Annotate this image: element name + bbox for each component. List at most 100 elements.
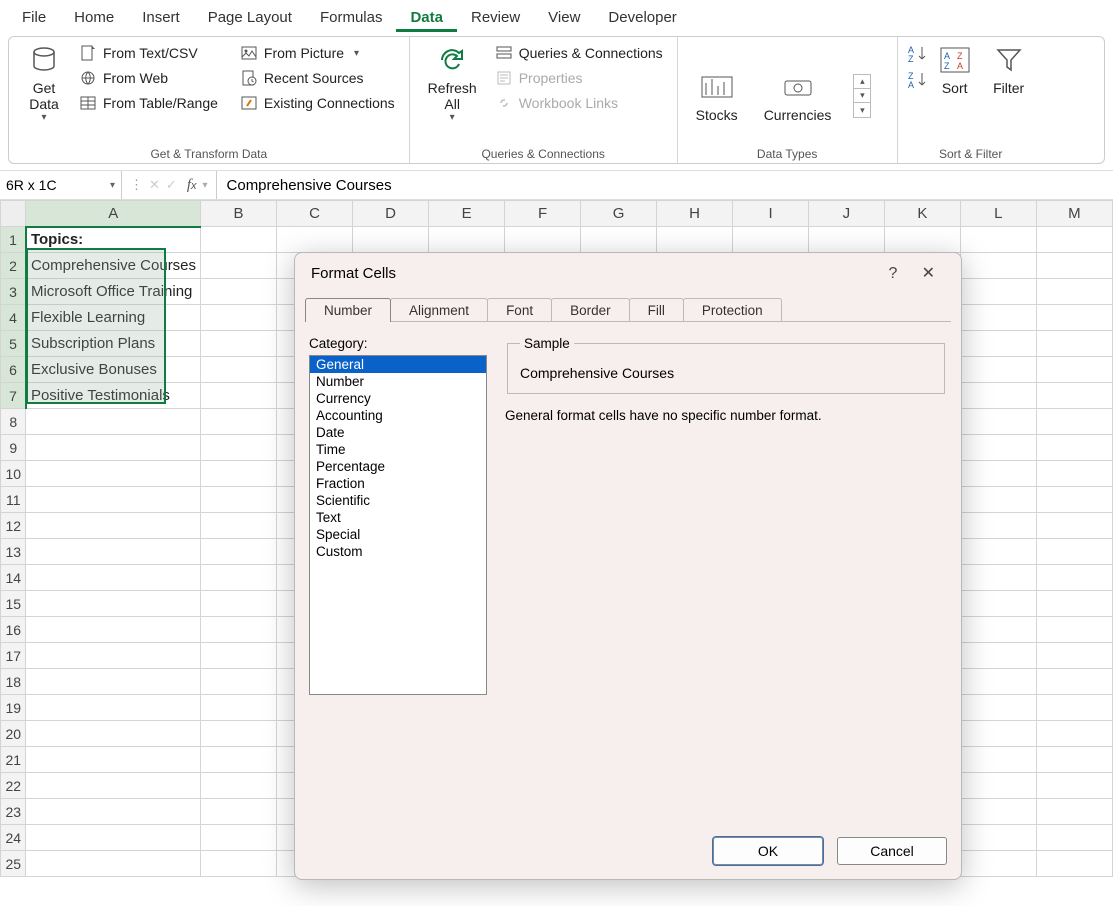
recent-sources-button[interactable]: Recent Sources — [236, 66, 399, 90]
cell-B9[interactable] — [201, 435, 277, 461]
column-header-K[interactable]: K — [884, 201, 960, 227]
cell-M21[interactable] — [1036, 747, 1112, 773]
ribbon-tab-file[interactable]: File — [8, 5, 60, 32]
row-header-9[interactable]: 9 — [1, 435, 26, 461]
cell-K1[interactable] — [884, 227, 960, 253]
cell-J1[interactable] — [808, 227, 884, 253]
column-header-D[interactable]: D — [353, 201, 429, 227]
cell-A2[interactable]: Comprehensive Courses — [26, 253, 201, 279]
cell-L21[interactable] — [960, 747, 1036, 773]
cell-B20[interactable] — [201, 721, 277, 747]
cell-B17[interactable] — [201, 643, 277, 669]
cell-I1[interactable] — [733, 227, 809, 253]
category-item-percentage[interactable]: Percentage — [310, 458, 486, 475]
ribbon-tab-review[interactable]: Review — [457, 5, 534, 32]
row-header-5[interactable]: 5 — [1, 331, 26, 357]
cell-M2[interactable] — [1036, 253, 1112, 279]
cell-M15[interactable] — [1036, 591, 1112, 617]
cell-B3[interactable] — [201, 279, 277, 305]
cell-B16[interactable] — [201, 617, 277, 643]
ribbon-tab-developer[interactable]: Developer — [594, 5, 690, 32]
row-header-8[interactable]: 8 — [1, 409, 26, 435]
cell-A24[interactable] — [26, 825, 201, 851]
row-header-18[interactable]: 18 — [1, 669, 26, 695]
cell-L14[interactable] — [960, 565, 1036, 591]
cell-B7[interactable] — [201, 383, 277, 409]
category-item-text[interactable]: Text — [310, 509, 486, 526]
cell-B18[interactable] — [201, 669, 277, 695]
dialog-help-button[interactable]: ? — [879, 261, 908, 286]
get-data-button[interactable]: Get Data ▾ — [19, 41, 69, 125]
cell-M22[interactable] — [1036, 773, 1112, 799]
cell-M9[interactable] — [1036, 435, 1112, 461]
cell-L15[interactable] — [960, 591, 1036, 617]
row-header-7[interactable]: 7 — [1, 383, 26, 409]
cell-M14[interactable] — [1036, 565, 1112, 591]
from-text-csv-button[interactable]: From Text/CSV — [75, 41, 222, 65]
cell-L3[interactable] — [960, 279, 1036, 305]
category-item-general[interactable]: General — [310, 356, 486, 373]
cell-A8[interactable] — [26, 409, 201, 435]
column-header-E[interactable]: E — [429, 201, 505, 227]
cell-L18[interactable] — [960, 669, 1036, 695]
category-item-scientific[interactable]: Scientific — [310, 492, 486, 509]
dialog-tab-number[interactable]: Number — [305, 298, 391, 322]
cell-M1[interactable] — [1036, 227, 1112, 253]
category-item-date[interactable]: Date — [310, 424, 486, 441]
row-header-23[interactable]: 23 — [1, 799, 26, 825]
ribbon-tab-insert[interactable]: Insert — [128, 5, 194, 32]
cell-A10[interactable] — [26, 461, 201, 487]
column-header-G[interactable]: G — [581, 201, 657, 227]
sort-asc-icon[interactable]: AZ — [908, 45, 926, 63]
category-item-currency[interactable]: Currency — [310, 390, 486, 407]
cell-L13[interactable] — [960, 539, 1036, 565]
cell-B19[interactable] — [201, 695, 277, 721]
dialog-close-button[interactable]: ✕ — [912, 261, 945, 286]
column-header-J[interactable]: J — [808, 201, 884, 227]
cell-B6[interactable] — [201, 357, 277, 383]
currencies-datatype-button[interactable]: Currencies — [756, 68, 840, 125]
cell-L7[interactable] — [960, 383, 1036, 409]
cell-M19[interactable] — [1036, 695, 1112, 721]
cell-M4[interactable] — [1036, 305, 1112, 331]
cell-B15[interactable] — [201, 591, 277, 617]
cell-A9[interactable] — [26, 435, 201, 461]
cell-B4[interactable] — [201, 305, 277, 331]
cell-L11[interactable] — [960, 487, 1036, 513]
cell-M20[interactable] — [1036, 721, 1112, 747]
cell-M10[interactable] — [1036, 461, 1112, 487]
refresh-all-button[interactable]: Refresh All ▾ — [420, 41, 485, 125]
row-header-4[interactable]: 4 — [1, 305, 26, 331]
row-header-15[interactable]: 15 — [1, 591, 26, 617]
cell-M23[interactable] — [1036, 799, 1112, 825]
cell-B8[interactable] — [201, 409, 277, 435]
cell-A17[interactable] — [26, 643, 201, 669]
row-header-6[interactable]: 6 — [1, 357, 26, 383]
cell-A11[interactable] — [26, 487, 201, 513]
cell-L4[interactable] — [960, 305, 1036, 331]
cell-A13[interactable] — [26, 539, 201, 565]
cell-A22[interactable] — [26, 773, 201, 799]
cell-M24[interactable] — [1036, 825, 1112, 851]
cancel-button[interactable]: Cancel — [837, 837, 947, 865]
from-picture-button[interactable]: From Picture — [236, 41, 399, 65]
row-header-20[interactable]: 20 — [1, 721, 26, 747]
fx-icon[interactable]: fx — [187, 177, 197, 194]
cell-M8[interactable] — [1036, 409, 1112, 435]
cell-A18[interactable] — [26, 669, 201, 695]
formula-bar-input[interactable]: Comprehensive Courses — [217, 177, 1113, 194]
cell-B2[interactable] — [201, 253, 277, 279]
cell-B10[interactable] — [201, 461, 277, 487]
cell-D1[interactable] — [353, 227, 429, 253]
cell-M17[interactable] — [1036, 643, 1112, 669]
cell-A4[interactable]: Flexible Learning — [26, 305, 201, 331]
row-header-16[interactable]: 16 — [1, 617, 26, 643]
cell-M12[interactable] — [1036, 513, 1112, 539]
cell-B22[interactable] — [201, 773, 277, 799]
column-header-M[interactable]: M — [1036, 201, 1112, 227]
row-header-1[interactable]: 1 — [1, 227, 26, 253]
cell-M25[interactable] — [1036, 851, 1112, 877]
existing-connections-button[interactable]: Existing Connections — [236, 91, 399, 115]
cell-A23[interactable] — [26, 799, 201, 825]
sort-button[interactable]: AZZA Sort — [930, 41, 980, 98]
